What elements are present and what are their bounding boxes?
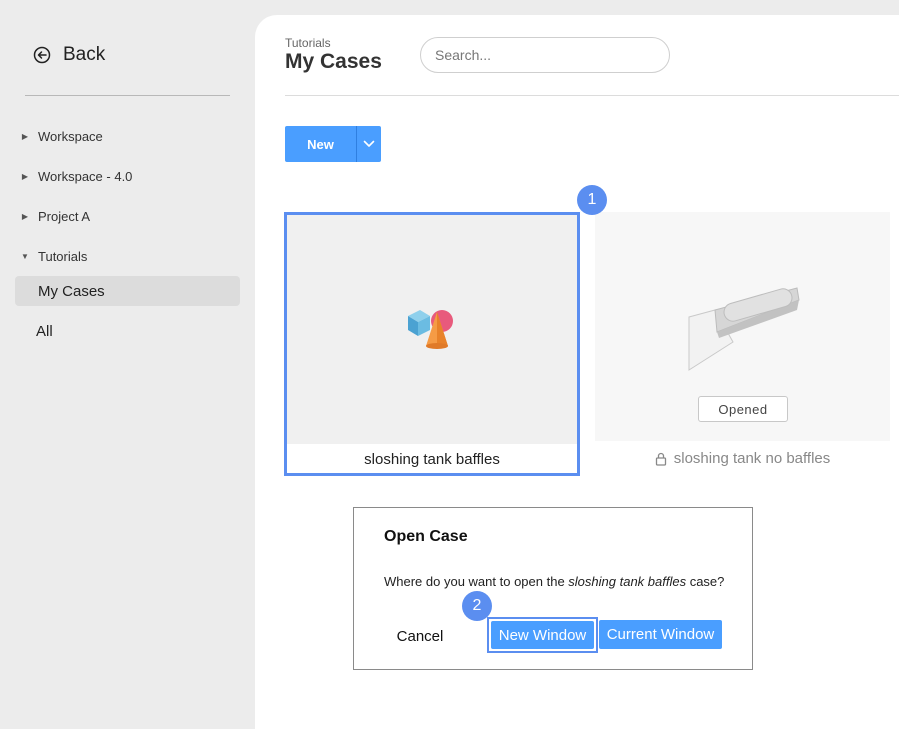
main-panel: Tutorials My Cases New sloshing tank baf… — [255, 15, 899, 729]
new-button-group: New — [285, 126, 381, 162]
tree-item-label: Workspace — [38, 128, 103, 144]
sidebar-divider — [25, 95, 230, 96]
case-thumbnail — [287, 215, 577, 444]
shapes-icon — [408, 310, 453, 349]
case-card-sloshing-tank-no-baffles[interactable]: Opened sloshing tank no baffles — [595, 212, 891, 476]
dialog-message-suffix: case? — [686, 574, 725, 589]
caret-right-icon: ▶ — [21, 211, 29, 221]
open-case-dialog: Open Case Where do you want to open the … — [353, 507, 753, 670]
opened-badge: Opened — [698, 396, 788, 422]
page-title: My Cases — [285, 50, 382, 73]
dialog-message: Where do you want to open the sloshing t… — [384, 574, 724, 589]
case-card-sloshing-tank-baffles[interactable]: sloshing tank baffles — [284, 212, 580, 476]
new-dropdown-button[interactable] — [357, 126, 381, 162]
dialog-title: Open Case — [384, 528, 468, 545]
case-card-label-row: sloshing tank no baffles — [595, 450, 890, 467]
new-window-button[interactable]: New Window — [491, 621, 594, 649]
tree-item-workspace-4[interactable]: ▶ Workspace - 4.0 — [20, 166, 133, 186]
lock-icon — [655, 452, 666, 466]
tree-item-tutorials[interactable]: ▼ Tutorials — [20, 246, 87, 266]
back-button[interactable]: Back — [33, 42, 105, 68]
tree-item-label: Tutorials — [38, 248, 88, 264]
dialog-message-prefix: Where do you want to open the — [384, 574, 569, 589]
caret-right-icon: ▶ — [21, 131, 29, 141]
sidebar-item-all[interactable]: All — [15, 316, 240, 346]
case-thumbnail: Opened — [595, 212, 890, 441]
chevron-down-icon — [363, 140, 375, 147]
sidebar: Back ▶ Workspace ▶ Workspace - 4.0 ▶ Pro… — [0, 0, 255, 729]
dialog-message-case: sloshing tank baffles — [568, 574, 687, 589]
cancel-button[interactable]: Cancel — [384, 621, 456, 651]
current-window-button[interactable]: Current Window — [599, 620, 722, 649]
tree-item-label: Workspace - 4.0 — [38, 168, 133, 184]
tree-item-workspace[interactable]: ▶ Workspace — [20, 126, 103, 146]
header-divider — [285, 95, 899, 96]
case-card-label: sloshing tank baffles — [364, 451, 500, 468]
sidebar-item-my-cases[interactable]: My Cases — [15, 276, 240, 306]
search-input[interactable] — [420, 37, 670, 73]
step-badge-1: 1 — [577, 185, 607, 215]
tank-model-icon — [688, 287, 800, 371]
step-badge-2: 2 — [462, 591, 492, 621]
tree-item-label: Project A — [38, 208, 91, 224]
back-arrow-icon — [33, 46, 51, 64]
caret-down-icon: ▼ — [21, 251, 29, 261]
caret-right-icon: ▶ — [21, 171, 29, 181]
back-label: Back — [63, 44, 106, 65]
tree-item-project-a[interactable]: ▶ Project A — [20, 206, 90, 226]
new-button[interactable]: New — [285, 126, 356, 162]
breadcrumb[interactable]: Tutorials — [285, 36, 331, 50]
case-card-label: sloshing tank no baffles — [673, 450, 831, 467]
